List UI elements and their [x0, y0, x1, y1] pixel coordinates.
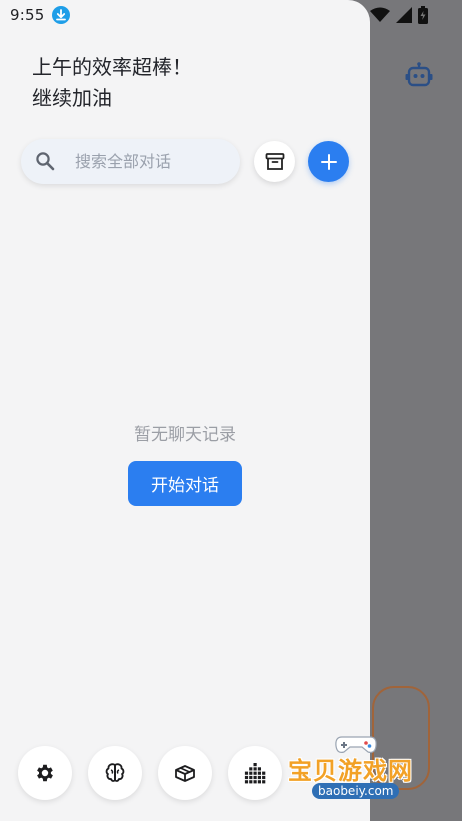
apps-button[interactable]	[228, 746, 282, 800]
battery-icon	[418, 6, 428, 24]
watermark-url: baobeiy.com	[312, 783, 400, 799]
greeting-line-1: 上午的效率超棒！	[32, 55, 192, 79]
search-input[interactable]	[75, 139, 235, 184]
search-icon	[36, 152, 55, 171]
start-chat-button[interactable]: 开始对话	[128, 461, 242, 506]
wifi-icon	[370, 7, 390, 22]
toolbox-button[interactable]	[158, 746, 212, 800]
model-button[interactable]	[88, 746, 142, 800]
dots-grid-icon	[244, 763, 266, 784]
gear-icon	[37, 764, 53, 782]
chat-history-drawer: 9:55 上午的效率超棒！ 继续加油 暂无聊天记录 开始对话	[0, 0, 370, 821]
brain-icon	[105, 763, 125, 782]
search-bar[interactable]	[21, 139, 240, 184]
status-time: 9:55	[10, 6, 45, 24]
box-icon	[175, 765, 195, 782]
robot-icon[interactable]	[405, 62, 433, 88]
settings-button[interactable]	[18, 746, 72, 800]
signal-icon	[396, 7, 412, 23]
greeting: 上午的效率超棒！ 继续加油	[32, 52, 192, 114]
watermark: 宝贝游戏网 baobeiy.com	[288, 735, 438, 805]
download-icon	[52, 6, 71, 24]
status-bar: 9:55	[10, 5, 71, 25]
watermark-title: 宝贝游戏网	[288, 757, 413, 785]
empty-state-message: 暂无聊天记录	[134, 425, 236, 445]
status-icons	[370, 6, 428, 24]
archive-button[interactable]	[254, 141, 295, 182]
greeting-line-2: 继续加油	[32, 86, 112, 110]
new-chat-button[interactable]	[308, 141, 349, 182]
plus-icon	[320, 153, 337, 170]
archive-icon	[265, 152, 284, 170]
